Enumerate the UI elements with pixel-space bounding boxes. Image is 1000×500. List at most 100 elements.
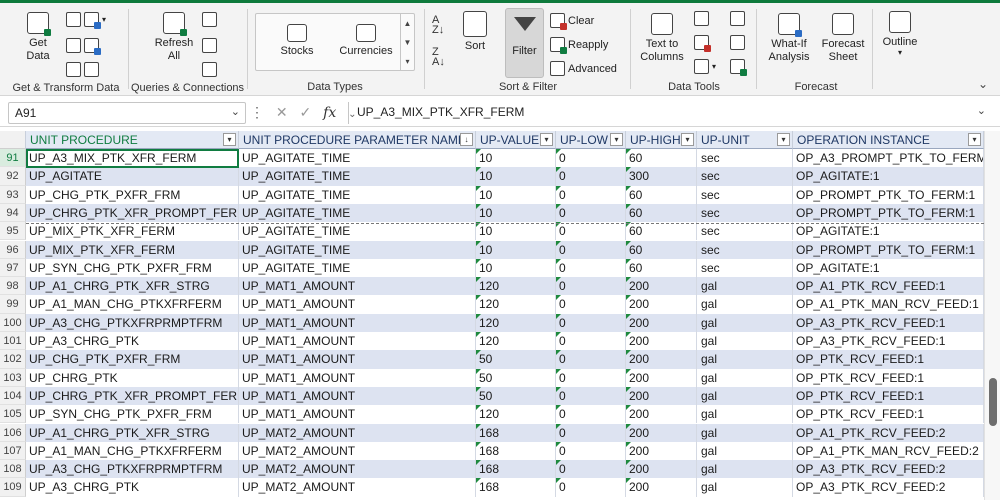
table-cell[interactable]: sec <box>697 203 793 223</box>
table-cell[interactable]: OP_AGITATE:1 <box>793 222 984 241</box>
table-cell[interactable]: 0 <box>556 295 626 314</box>
from-text-icon[interactable] <box>66 12 81 27</box>
column-header[interactable]: UP-UNIT ▾ <box>697 131 793 149</box>
table-cell[interactable]: gal <box>697 350 793 369</box>
table-cell[interactable]: 200 <box>626 478 697 497</box>
table-cell[interactable]: 200 <box>626 368 697 387</box>
table-cell[interactable]: 0 <box>556 441 626 461</box>
filter-dropdown-icon[interactable]: ▾ <box>540 133 553 146</box>
filter-dropdown-icon[interactable]: ▾ <box>681 133 694 146</box>
table-cell[interactable]: UP_AGITATE_TIME <box>239 185 476 204</box>
table-cell[interactable]: sec <box>697 258 793 278</box>
table-cell[interactable]: 50 <box>476 386 556 406</box>
sort-z-a-button[interactable]: Z A↓ <box>432 47 445 68</box>
table-cell[interactable]: sec <box>697 240 793 259</box>
table-cell[interactable]: 0 <box>556 460 626 479</box>
table-cell[interactable]: UP_CHRG_PTK_XFR_PROMPT_FERM <box>26 203 239 223</box>
table-cell[interactable]: 200 <box>626 277 697 296</box>
table-cell[interactable]: UP_SYN_CHG_PTK_PXFR_FRM <box>26 405 239 424</box>
table-cell[interactable]: 0 <box>556 240 626 259</box>
table-cell[interactable]: sec <box>697 149 793 168</box>
table-cell[interactable]: sec <box>697 167 793 186</box>
table-cell[interactable]: 200 <box>626 460 697 479</box>
table-cell[interactable]: 120 <box>476 313 556 332</box>
table-cell[interactable]: 10 <box>476 149 556 168</box>
table-cell[interactable]: sec <box>697 185 793 204</box>
chevron-down-icon[interactable]: ⌄ <box>231 105 240 118</box>
table-cell[interactable]: OP_A3_PTK_RCV_FEED:2 <box>793 460 984 479</box>
manage-data-model-icon[interactable] <box>730 59 747 76</box>
table-cell[interactable]: UP_AGITATE_TIME <box>239 240 476 259</box>
sort-filter-dropdown-icon[interactable]: ↓ <box>460 133 473 146</box>
table-cell[interactable]: UP_MAT2_AMOUNT <box>239 423 476 442</box>
table-cell[interactable]: OP_PTK_RCV_FEED:1 <box>793 368 984 387</box>
outline-button[interactable]: Outline ▾ <box>878 11 922 57</box>
table-cell[interactable]: gal <box>697 295 793 314</box>
table-cell[interactable]: 60 <box>626 240 697 259</box>
table-cell[interactable]: UP_A1_MAN_CHG_PTKXFRFERM <box>26 441 239 461</box>
column-header[interactable]: UP-LOW ▾ <box>556 131 626 149</box>
cancel-icon[interactable]: ✕ <box>276 104 288 120</box>
table-cell[interactable]: 60 <box>626 222 697 241</box>
table-cell[interactable]: gal <box>697 386 793 406</box>
table-cell[interactable]: 300 <box>626 167 697 186</box>
row-number[interactable]: 99 <box>0 295 26 314</box>
row-number[interactable]: 94 <box>0 203 26 223</box>
table-cell[interactable]: UP_A1_MAN_CHG_PTKXFRFERM <box>26 295 239 314</box>
table-cell[interactable]: UP_MAT2_AMOUNT <box>239 460 476 479</box>
table-cell[interactable]: 0 <box>556 313 626 332</box>
row-number[interactable]: 102 <box>0 350 26 369</box>
table-cell[interactable]: 200 <box>626 423 697 442</box>
table-cell[interactable]: gal <box>697 441 793 461</box>
table-cell[interactable]: UP_MIX_PTK_XFR_FERM <box>26 222 239 241</box>
flash-fill-icon[interactable] <box>694 11 709 26</box>
table-cell[interactable]: 200 <box>626 313 697 332</box>
filter-dropdown-icon[interactable]: ▾ <box>610 133 623 146</box>
table-cell[interactable]: 60 <box>626 258 697 278</box>
forecast-sheet-button[interactable]: Forecast Sheet <box>818 13 868 64</box>
table-cell[interactable]: 10 <box>476 203 556 223</box>
table-cell[interactable]: 0 <box>556 203 626 223</box>
table-cell[interactable]: OP_A1_PTK_RCV_FEED:1 <box>793 277 984 296</box>
insert-function-icon[interactable]: fx <box>323 105 336 121</box>
row-number[interactable]: 95 <box>0 222 26 241</box>
reapply-button[interactable]: Reapply <box>550 37 608 54</box>
table-cell[interactable]: 10 <box>476 185 556 204</box>
table-cell[interactable]: OP_A1_PTK_MAN_RCV_FEED:1 <box>793 295 984 314</box>
from-table-icon[interactable] <box>66 38 81 53</box>
from-web-icon[interactable] <box>84 12 101 29</box>
table-cell[interactable]: OP_A3_PTK_RCV_FEED:2 <box>793 478 984 497</box>
refresh-all-button[interactable]: Refresh All <box>152 12 196 63</box>
table-cell[interactable]: 168 <box>476 478 556 497</box>
table-cell[interactable]: 0 <box>556 277 626 296</box>
row-number[interactable]: 93 <box>0 185 26 204</box>
table-cell[interactable]: UP_A1_CHRG_PTK_XFR_STRG <box>26 423 239 442</box>
row-number[interactable]: 106 <box>0 423 26 442</box>
table-cell[interactable]: 120 <box>476 295 556 314</box>
table-cell[interactable]: UP_AGITATE <box>26 167 239 186</box>
table-cell[interactable]: OP_PTK_RCV_FEED:1 <box>793 405 984 424</box>
table-cell[interactable]: OP_PTK_RCV_FEED:1 <box>793 350 984 369</box>
gallery-scroll[interactable]: ▲ ▼ ▾ <box>400 14 414 70</box>
table-cell[interactable]: 200 <box>626 386 697 406</box>
table-cell[interactable]: 0 <box>556 167 626 186</box>
table-cell[interactable]: 10 <box>476 167 556 186</box>
table-cell[interactable]: 0 <box>556 350 626 369</box>
remove-duplicates-icon[interactable] <box>694 35 711 52</box>
filter-dropdown-icon[interactable]: ▾ <box>223 133 236 146</box>
table-cell[interactable]: UP_AGITATE_TIME <box>239 167 476 186</box>
get-data-button[interactable]: Get Data <box>18 12 58 63</box>
table-cell[interactable]: gal <box>697 478 793 497</box>
data-types-gallery[interactable]: Stocks Currencies ▲ ▼ ▾ <box>255 13 415 71</box>
filter-button[interactable]: Filter <box>505 8 544 78</box>
table-cell[interactable]: UP_CHG_PTK_PXFR_FRM <box>26 185 239 204</box>
row-number[interactable]: 91 <box>0 149 26 168</box>
table-cell[interactable]: 120 <box>476 332 556 351</box>
formula-input[interactable]: UP_A3_MIX_PTK_XFR_FERM ⌄ <box>348 102 992 124</box>
column-header[interactable]: OPERATION INSTANCE ▾ <box>793 131 984 149</box>
table-cell[interactable]: UP_MAT1_AMOUNT <box>239 405 476 424</box>
table-cell[interactable]: UP_CHG_PTK_PXFR_FRM <box>26 350 239 369</box>
table-cell[interactable]: gal <box>697 332 793 351</box>
row-number[interactable]: 92 <box>0 167 26 186</box>
table-cell[interactable]: UP_MAT1_AMOUNT <box>239 368 476 387</box>
